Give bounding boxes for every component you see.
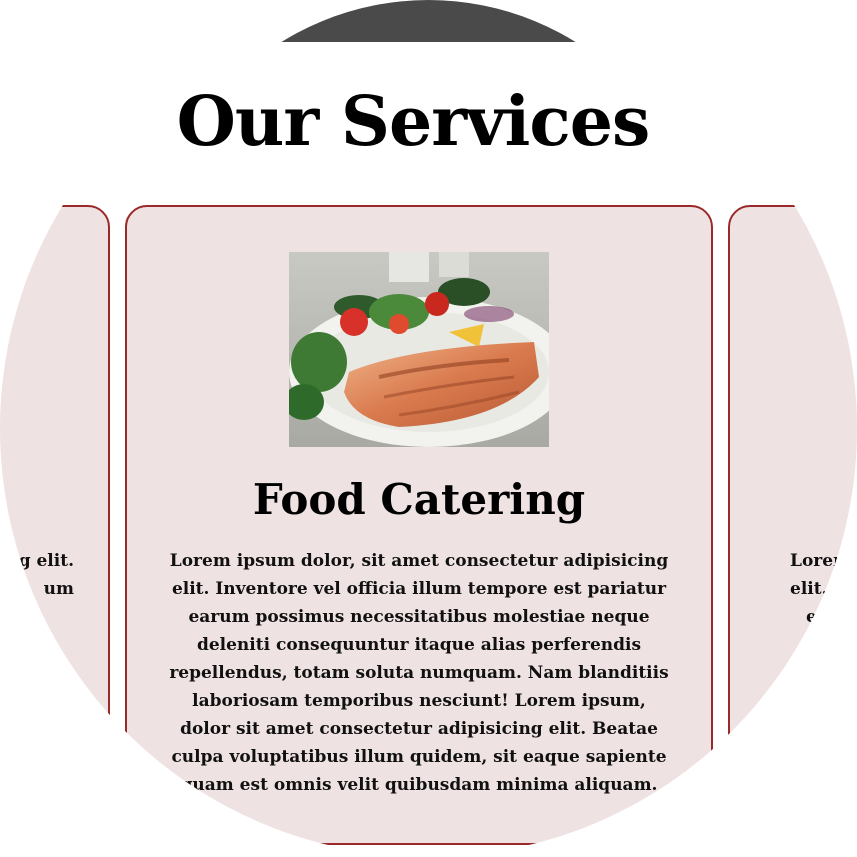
card-right-body: Lorem elit. I e — [790, 547, 857, 631]
food-photo — [289, 252, 549, 447]
card-right-line-3: e — [806, 607, 817, 627]
service-card-food-catering[interactable]: Food Catering Lorem ipsum dolor, sit ame… — [125, 205, 713, 845]
card-description: Lorem ipsum dolor, sit amet consectetur … — [169, 551, 669, 795]
card-right-line-1: Lorem — [790, 551, 852, 571]
card-right-line-2: elit. I — [790, 579, 842, 599]
salmon-salad-image — [289, 252, 549, 447]
top-decoration — [0, 0, 857, 42]
circular-frame: Our Services g elit. um Food Catering Lo… — [0, 42, 857, 857]
circle-clip: Our Services g elit. um Food Catering Lo… — [0, 42, 857, 857]
top-arc-shape — [150, 0, 707, 42]
card-left-line-2: um — [43, 579, 74, 599]
services-viewport: Our Services g elit. um Food Catering Lo… — [0, 0, 857, 857]
section-title: Our Services — [176, 82, 651, 162]
card-title: Food Catering — [252, 475, 586, 524]
card-left-line-1: g elit. — [18, 551, 74, 571]
card-left-body: g elit. um — [0, 547, 74, 603]
service-card-right[interactable]: Lorem elit. I e — [728, 205, 857, 845]
service-card-left[interactable]: g elit. um — [0, 205, 110, 845]
